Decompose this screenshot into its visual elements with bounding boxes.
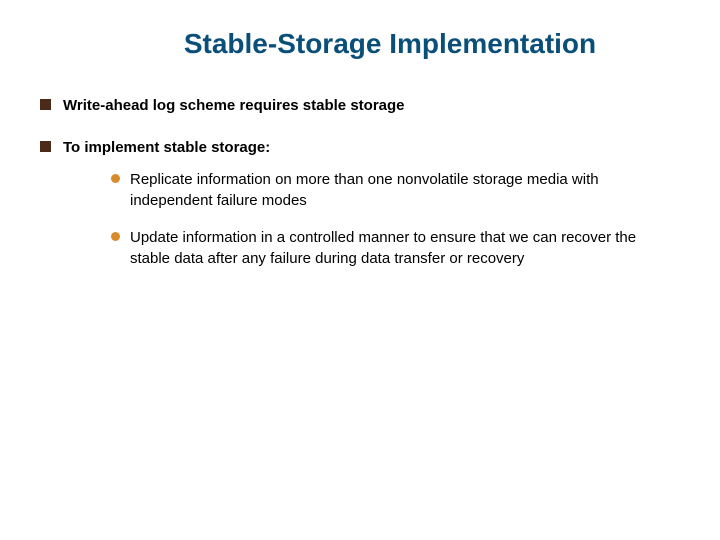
bullet-text: Update information in a controlled manne… [130, 227, 670, 269]
square-bullet-icon [40, 141, 51, 152]
slide-title: Stable-Storage Implementation [96, 28, 684, 60]
bullet-level2: Update information in a controlled manne… [111, 227, 684, 269]
slide-content: Write-ahead log scheme requires stable s… [36, 96, 684, 285]
circle-bullet-icon [111, 232, 120, 241]
bullet-text: To implement stable storage: [63, 138, 684, 158]
circle-bullet-icon [111, 174, 120, 183]
bullet-level1: Write-ahead log scheme requires stable s… [40, 96, 684, 116]
square-bullet-icon [40, 99, 51, 110]
bullet-level1: To implement stable storage: Replicate i… [40, 138, 684, 284]
sub-bullet-group: Replicate information on more than one n… [111, 169, 684, 269]
bullet-text: Replicate information on more than one n… [130, 169, 670, 211]
bullet-level2: Replicate information on more than one n… [111, 169, 684, 211]
bullet-text: Write-ahead log scheme requires stable s… [63, 96, 405, 116]
